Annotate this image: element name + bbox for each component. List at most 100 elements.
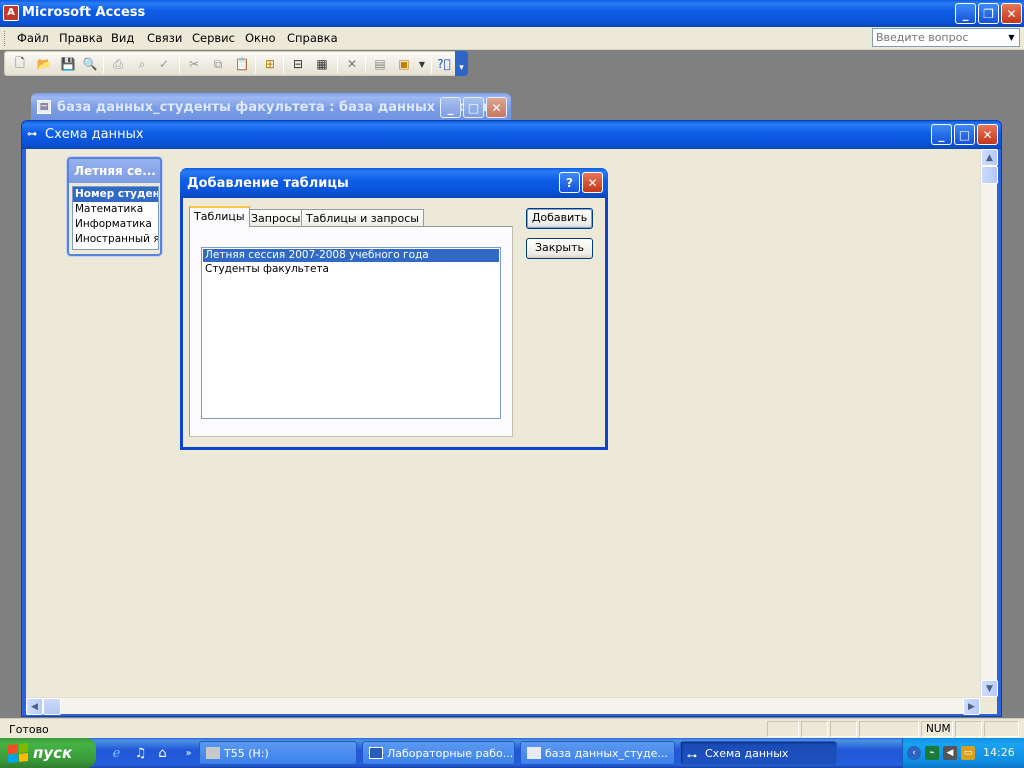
menu-window[interactable]: Окно [245,31,276,45]
toolbar-separator [179,55,180,73]
toolbar-separator [255,55,256,73]
horizontal-scroll-thumb[interactable] [43,698,61,715]
toolbar-separator [431,55,432,73]
menu-view[interactable]: Вид [111,31,134,45]
print-preview-icon[interactable]: ⌕ [133,55,151,73]
tab-tables-and-queries[interactable]: Таблицы и запросы [301,209,424,227]
scroll-up-icon[interactable]: ▲ [981,149,998,166]
vertical-scrollbar[interactable]: ▲ ▼ [980,149,998,697]
app-title-bar[interactable]: A Microsoft Access _ ❐ ✕ [0,0,1024,27]
close-dialog-button[interactable]: Закрыть [526,238,593,259]
direct-relationships-icon[interactable]: ⊟ [289,55,307,73]
table-field[interactable]: Номер студенче [73,187,158,202]
db-close-button[interactable]: ✕ [486,97,507,118]
restore-button[interactable]: ❐ [978,3,999,24]
relationships-window-titlebar[interactable]: ⊶ Схема данных _ □ ✕ [22,121,1001,149]
access-app-icon[interactable]: A [3,5,19,21]
show-table-dialog: Добавление таблицы ? ✕ Таблицы Запросы Т… [180,168,608,450]
menu-bar: Файл Правка Вид Связи Сервис Окно Справк… [0,27,1024,50]
relationships-close-button[interactable]: ✕ [977,124,998,145]
database-window-titlebar[interactable]: ▤ база данных_студенты факультета : база… [31,93,511,123]
tables-list[interactable]: Летняя сессия 2007-2008 учебного года Ст… [201,247,501,419]
help-question-input[interactable] [873,29,1001,46]
database-window-icon[interactable]: ▤ [371,55,389,73]
menu-edit[interactable]: Правка [59,31,103,45]
menu-relations[interactable]: Связи [147,31,182,45]
menu-grip[interactable] [4,31,7,46]
app-title: Microsoft Access [22,5,146,20]
help-question-box[interactable]: ▼ [872,28,1020,47]
volume-icon[interactable]: ◀ [943,746,957,760]
table-fields-list[interactable]: Номер студенче Математика Информатика Ин… [72,186,159,250]
spelling-icon[interactable]: ✓ [155,55,173,73]
close-button[interactable]: ✕ [1001,3,1022,24]
start-button[interactable]: пуск [0,738,96,768]
help-dropdown-icon[interactable]: ▼ [1004,29,1019,46]
db-maximize-button[interactable]: □ [463,97,484,118]
relationships-maximize-button[interactable]: □ [954,124,975,145]
add-button[interactable]: Добавить [526,208,593,229]
new-object-dropdown-icon[interactable]: ▼ [413,55,431,73]
word-icon [369,747,383,759]
print-icon[interactable]: ⎙ [109,55,127,73]
open-folder-icon[interactable]: 📂 [35,55,53,73]
save-icon[interactable]: 💾 [59,55,77,73]
toolbar-options-icon[interactable]: ▾ [455,51,468,76]
show-table-icon[interactable]: ⊞ [261,55,279,73]
windows-logo-icon [8,742,28,764]
menu-help[interactable]: Справка [287,31,338,45]
file-search-icon[interactable]: 🔍 [81,55,99,73]
status-cell [984,721,1019,737]
menu-file[interactable]: Файл [17,31,49,45]
task-label: T55 (H:) [224,747,269,760]
horizontal-scrollbar[interactable]: ◀ ▶ [26,697,980,715]
table-field[interactable]: Иностранный яз [73,232,158,247]
list-item[interactable]: Студенты факультета [203,263,499,276]
new-file-icon[interactable]: 🗋 [11,55,29,73]
system-tray: ‹ ⌁ ◀ ▭ 14:26 [902,738,1024,768]
media-icon[interactable]: ♫ [132,745,149,762]
minimize-button[interactable]: _ [955,3,976,24]
list-item[interactable]: Летняя сессия 2007-2008 учебного года [203,249,499,262]
dialog-close-button[interactable]: ✕ [582,172,603,193]
taskbar: пуск ℯ ♫ ⌂ » T55 (H:) Лабораторные рабо.… [0,738,1024,768]
status-cell [859,721,919,737]
help-icon[interactable]: ?⃝ [435,55,453,73]
tray-expand-icon[interactable]: ‹ [907,746,921,760]
db-minimize-button[interactable]: _ [440,97,461,118]
standard-toolbar: 🗋 📂 💾 🔍 ⎙ ⌕ ✓ ✂ ⧉ 📋 ⊞ ⊟ ▦ ✕ ▤ ▣ ▼ ?⃝ [4,51,468,76]
scroll-right-icon[interactable]: ▶ [963,698,980,715]
table-field[interactable]: Информатика [73,217,158,232]
table-field[interactable]: Математика [73,202,158,217]
dialog-body: Таблицы Запросы Таблицы и запросы Летняя… [183,198,605,447]
toolbar-separator [365,55,366,73]
menu-tools[interactable]: Сервис [192,31,235,45]
relationships-minimize-button[interactable]: _ [931,124,952,145]
internet-explorer-icon[interactable]: ℯ [108,745,125,762]
task-button-relationships[interactable]: ⊶ Схема данных [680,741,837,765]
tab-queries[interactable]: Запросы [246,209,306,227]
new-object-icon[interactable]: ▣ [395,55,413,73]
task-button-word[interactable]: Лабораторные рабо... [362,741,515,765]
explorer-icon[interactable]: ⌂ [154,745,171,762]
all-relationships-icon[interactable]: ▦ [313,55,331,73]
relationships-icon: ⊶ [687,751,697,762]
dialog-titlebar[interactable]: Добавление таблицы ? ✕ [180,168,608,198]
cut-icon[interactable]: ✂ [185,55,203,73]
vertical-scroll-thumb[interactable] [981,166,998,184]
task-button-database[interactable]: база данных_студе... [520,741,675,765]
tab-tables[interactable]: Таблицы [189,206,250,227]
battery-icon[interactable]: ▭ [961,746,975,760]
task-button-drive[interactable]: T55 (H:) [199,741,357,765]
copy-icon[interactable]: ⧉ [209,55,227,73]
dialog-help-button[interactable]: ? [559,172,580,193]
paste-icon[interactable]: 📋 [233,55,251,73]
scroll-down-icon[interactable]: ▼ [981,680,998,697]
network-icon[interactable]: ⌁ [925,746,939,760]
table-field-list-title[interactable]: Летняя се... [69,159,160,183]
quicklaunch-expand-icon[interactable]: » [180,745,197,762]
table-field-list[interactable]: Летняя се... Номер студенче Математика И… [67,157,162,256]
delete-icon[interactable]: ✕ [343,55,361,73]
clock[interactable]: 14:26 [983,746,1015,759]
scroll-left-icon[interactable]: ◀ [26,698,43,715]
